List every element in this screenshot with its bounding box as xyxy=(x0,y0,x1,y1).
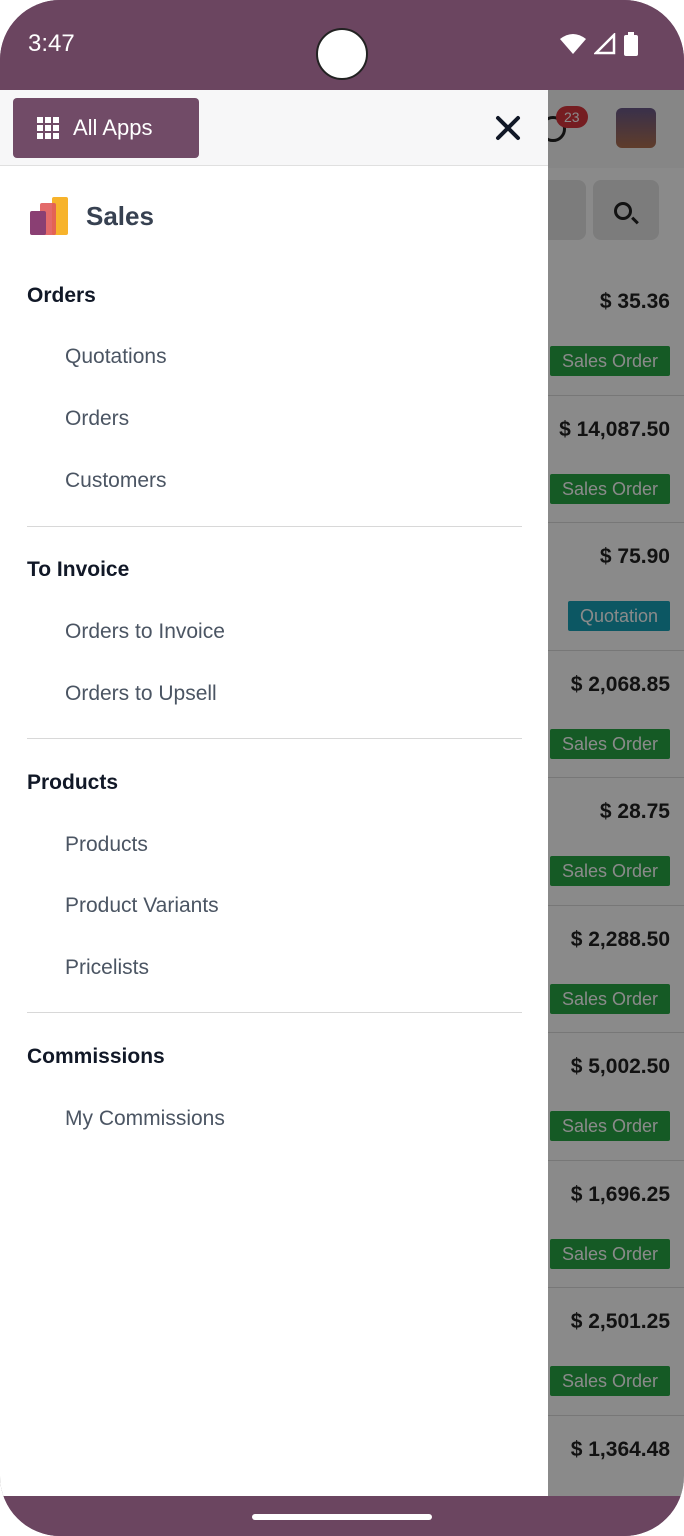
menu-section-title: Commissions xyxy=(27,1045,165,1068)
menu-item-quotations[interactable]: Quotations xyxy=(65,345,167,369)
menu-section-title: Orders xyxy=(27,284,96,307)
home-handle[interactable] xyxy=(252,1514,432,1520)
app-title-row: Sales xyxy=(28,194,154,238)
menu-item-orders-to-upsell[interactable]: Orders to Upsell xyxy=(65,682,217,706)
wifi-icon xyxy=(560,34,586,54)
menu-section-title: To Invoice xyxy=(27,558,130,581)
menu-divider xyxy=(27,526,522,527)
menu-section-title: Products xyxy=(27,771,119,794)
signal-icon xyxy=(594,33,616,55)
all-apps-label: All Apps xyxy=(73,115,153,140)
all-apps-button[interactable]: All Apps xyxy=(13,98,199,158)
drawer-header: All Apps xyxy=(0,90,548,166)
status-time: 3:47 xyxy=(28,30,75,57)
camera-cutout xyxy=(316,28,368,80)
menu-item-customers[interactable]: Customers xyxy=(65,469,167,493)
menu-item-product-variants[interactable]: Product Variants xyxy=(65,894,219,918)
menu-item-products[interactable]: Products xyxy=(65,833,148,857)
close-icon[interactable] xyxy=(490,110,526,146)
menu-item-pricelists[interactable]: Pricelists xyxy=(65,956,149,980)
menu-item-my-commissions[interactable]: My Commissions xyxy=(65,1107,225,1131)
menu-item-orders[interactable]: Orders xyxy=(65,407,129,431)
navigation-bar xyxy=(0,1496,684,1536)
battery-icon xyxy=(624,32,638,56)
screen: 23 $ 35.36 Sales Order $ 14,087.50 Sales Or… xyxy=(0,90,684,1496)
grid-icon xyxy=(37,117,59,139)
sales-app-icon xyxy=(30,197,68,235)
phone-frame: 3:47 23 $ 35.36 Sales Order $ 14,087.50 Sal… xyxy=(0,0,684,1536)
menu-item-orders-to-invoice[interactable]: Orders to Invoice xyxy=(65,620,225,644)
menu-divider xyxy=(27,1012,522,1013)
status-bar: 3:47 xyxy=(0,0,684,90)
app-title: Sales xyxy=(86,200,154,231)
app-menu-drawer: All Apps Sales Orders Quotations Orders Cus… xyxy=(0,90,548,1496)
menu-divider xyxy=(27,738,522,739)
status-icons xyxy=(560,32,638,56)
